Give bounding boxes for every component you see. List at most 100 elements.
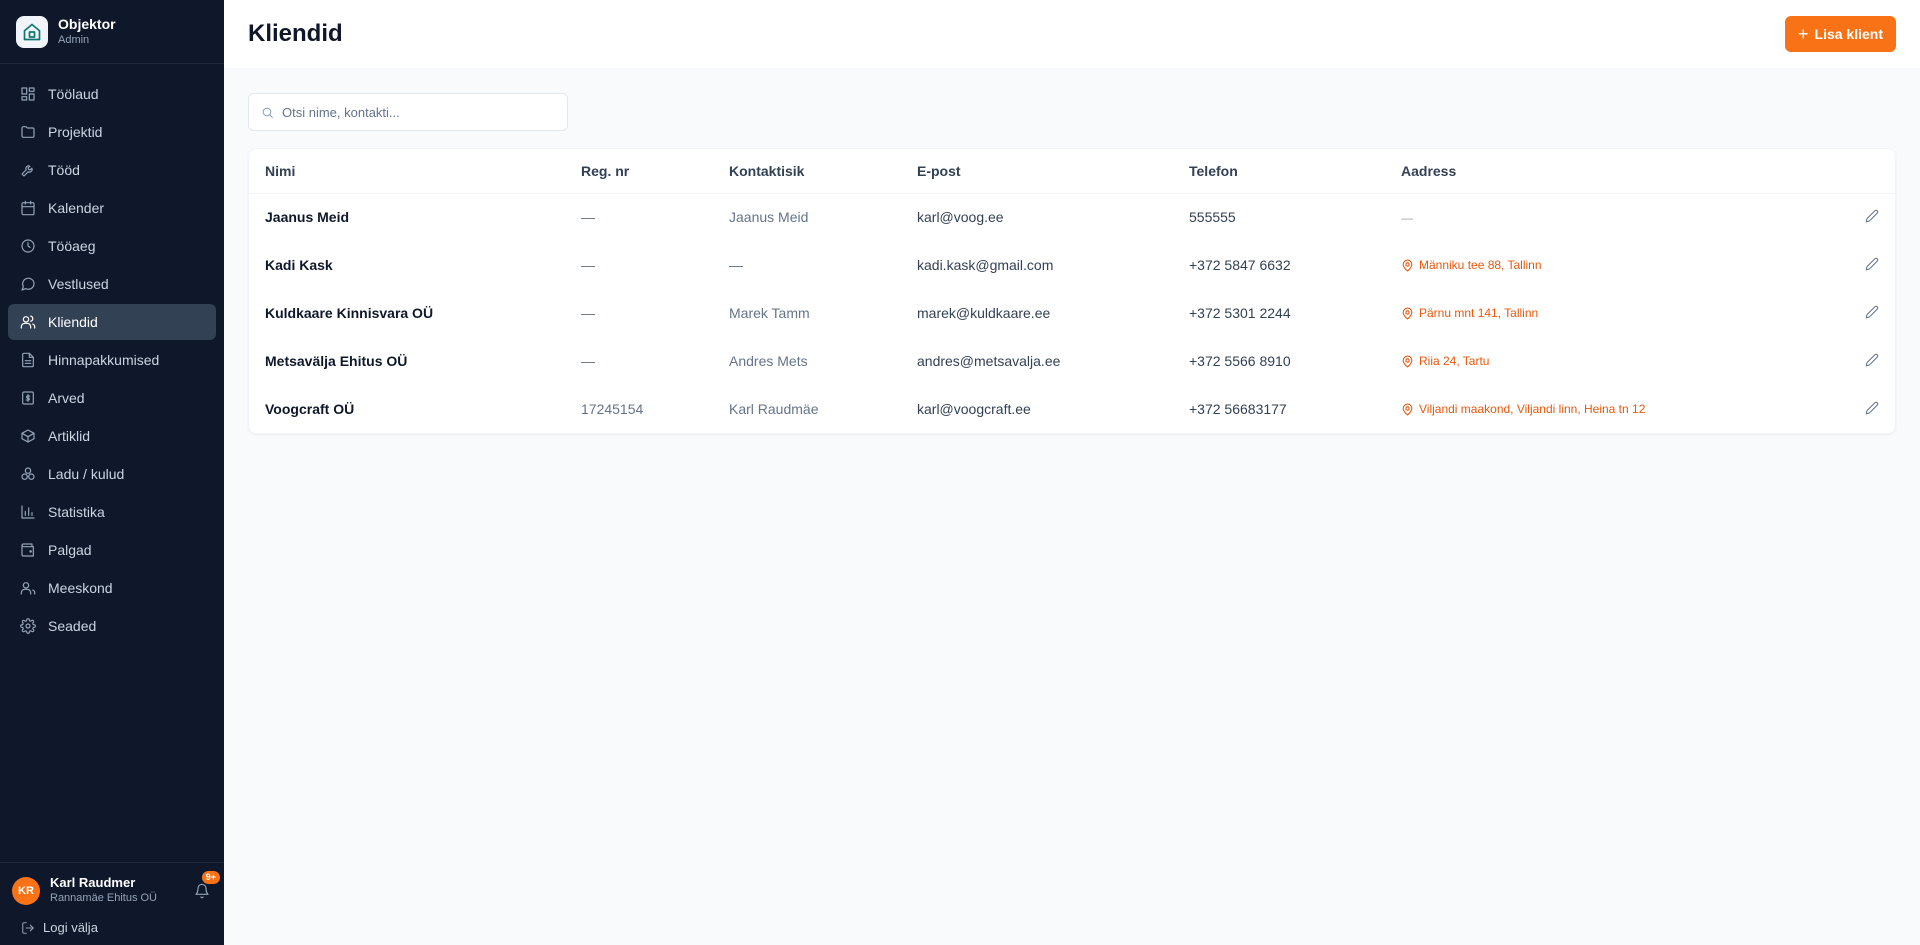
reg-number: — <box>581 209 595 226</box>
sidebar-item-tööaeg[interactable]: Tööaeg <box>8 228 216 264</box>
brand[interactable]: Objektor Admin <box>0 0 224 64</box>
notification-badge: 9+ <box>201 870 220 884</box>
table-row[interactable]: Metsavälja Ehitus OÜ — Andres Mets andres@m… <box>249 337 1895 385</box>
address-cell: Riia 24, Tartu <box>1385 337 1847 385</box>
address: Riia 24, Tartu <box>1419 354 1490 368</box>
contact-person: Jaanus Meid <box>729 209 809 226</box>
map-pin-icon <box>1402 355 1413 367</box>
contact-person: Karl Raudmäe <box>729 401 819 417</box>
main-area: Kliendid + Lisa klient NimiReg. nrKontak… <box>224 0 1920 945</box>
sidebar-item-label: Tööd <box>48 162 80 178</box>
bar-chart-icon <box>21 505 35 519</box>
sidebar-item-label: Kalender <box>48 200 105 216</box>
sidebar-item-label: Palgad <box>48 542 92 558</box>
brand-subtitle: Admin <box>58 34 90 46</box>
bell-icon <box>195 883 209 898</box>
phone: +372 5847 6632 <box>1189 257 1291 273</box>
edit-button[interactable] <box>1847 385 1895 433</box>
house-icon <box>16 15 48 48</box>
logout-icon <box>22 921 34 934</box>
sidebar-item-label: Meeskond <box>48 580 113 596</box>
sidebar-item-projektid[interactable]: Projektid <box>8 114 216 150</box>
calendar-icon <box>21 200 35 216</box>
table-row[interactable]: Kadi Kask — — kadi.kask@gmail.com +372 5847 … <box>249 241 1895 289</box>
email: andres@metsavalja.ee <box>917 353 1061 369</box>
sidebar-item-artiklid[interactable]: Artiklid <box>8 418 216 454</box>
map-pin-icon <box>1402 403 1413 415</box>
sidebar-item-vestlused[interactable]: Vestlused <box>8 266 216 302</box>
sidebar-item-kalender[interactable]: Kalender <box>8 190 216 226</box>
map-pin-icon <box>1402 307 1413 319</box>
client-name[interactable]: Voogcraft OÜ <box>249 385 565 433</box>
pencil-icon <box>1865 209 1879 223</box>
client-name[interactable]: Kadi Kask <box>249 241 565 289</box>
sidebar-item-arved[interactable]: Arved <box>8 380 216 416</box>
search-icon <box>262 107 273 118</box>
map-pin-icon <box>1402 259 1413 271</box>
users-icon <box>20 315 36 329</box>
sidebar-item-label: Kliendid <box>48 314 98 330</box>
column-header: Telefon <box>1173 149 1385 194</box>
sidebar-item-kliendid[interactable]: Kliendid <box>8 304 216 340</box>
reg-number: — <box>581 257 595 273</box>
user-block: KR Karl Raudmer Rannamäe Ehitus OÜ 9+ Lo… <box>0 862 224 945</box>
wallet-icon <box>21 543 34 557</box>
sidebar-item-palgad[interactable]: Palgad <box>8 532 216 568</box>
plus-icon: + <box>1798 24 1809 44</box>
client-name[interactable]: Jaanus Meid <box>249 193 565 241</box>
address: Pärnu mnt 141, Tallinn <box>1419 306 1539 320</box>
table-row[interactable]: Voogcraft OÜ 17245154 Karl Raudmäe karl@voo… <box>249 385 1895 433</box>
dashboard-icon <box>21 87 35 101</box>
sidebar-item-label: Ladu / kulud <box>48 466 125 482</box>
email: marek@kuldkaare.ee <box>917 305 1051 321</box>
clock-icon <box>21 239 35 253</box>
user-company: Rannamäe Ehitus OÜ <box>50 892 157 904</box>
sidebar-item-label: Projektid <box>48 124 103 140</box>
client-name[interactable]: Metsavälja Ehitus OÜ <box>249 337 565 385</box>
sidebar-item-tööd[interactable]: Tööd <box>8 152 216 188</box>
edit-button[interactable] <box>1847 337 1895 385</box>
column-header: Reg. nr <box>565 149 713 194</box>
clients-table: Nimi Reg. nr Kontaktisik E-post Telefon Aadre… <box>248 148 1896 434</box>
search-input[interactable] <box>282 104 555 120</box>
phone: +372 5301 2244 <box>1189 305 1291 321</box>
sidebar-item-label: Hinnapakkumised <box>48 352 160 368</box>
sidebar-item-label: Statistika <box>48 504 105 520</box>
address: Männiku tee 88, Tallinn <box>1419 258 1542 272</box>
box-icon <box>21 429 35 443</box>
sidebar-item-meeskond[interactable]: Meeskond <box>8 570 216 606</box>
edit-button[interactable] <box>1847 193 1895 241</box>
edit-button[interactable] <box>1847 289 1895 337</box>
sidebar-item-töölaud[interactable]: Töölaud <box>8 76 216 112</box>
logout-label: Logi välja <box>43 920 98 935</box>
avatar[interactable]: KR <box>12 876 40 905</box>
sidebar-item-label: Vestlused <box>48 276 109 292</box>
chat-icon <box>21 277 35 291</box>
logout-button[interactable]: Logi välja <box>12 920 212 935</box>
sidebar-nav: Töölaud Projektid Tööd Kalender Tööaeg Vestlu… <box>0 64 224 862</box>
phone: +372 5566 8910 <box>1189 353 1291 369</box>
column-header: Aadress <box>1385 149 1847 194</box>
column-header: E-post <box>901 149 1173 194</box>
notifications-button[interactable]: 9+ <box>192 870 220 901</box>
sidebar-item-hinnapakkumised[interactable]: Hinnapakkumised <box>8 342 216 378</box>
add-client-button[interactable]: + Lisa klient <box>1785 16 1896 52</box>
table-row[interactable]: Kuldkaare Kinnisvara OÜ — Marek Tamm marek@… <box>249 289 1895 337</box>
edit-button[interactable] <box>1847 241 1895 289</box>
pencil-icon <box>1865 401 1879 414</box>
table-row[interactable]: Jaanus Meid — Jaanus Meid karl@voog.ee 55555… <box>249 193 1895 241</box>
page-title: Kliendid <box>248 20 343 47</box>
sidebar-item-label: Artiklid <box>48 428 91 444</box>
sidebar-item-statistika[interactable]: Statistika <box>8 494 216 530</box>
email: kadi.kask@gmail.com <box>917 257 1054 273</box>
search-box[interactable] <box>248 93 568 131</box>
team-icon <box>20 582 36 595</box>
address-cell: Viljandi maakond, Viljandi linn, Heina t… <box>1385 385 1847 433</box>
client-name[interactable]: Kuldkaare Kinnisvara OÜ <box>249 289 565 337</box>
address: Viljandi maakond, Viljandi linn, Heina t… <box>1419 402 1646 416</box>
reg-number: 17245154 <box>581 401 644 417</box>
document-icon <box>22 352 34 368</box>
sidebar-item-seaded[interactable]: Seaded <box>8 608 216 644</box>
boxes-icon <box>21 467 35 480</box>
sidebar-item-ladu-kulud[interactable]: Ladu / kulud <box>8 456 216 492</box>
